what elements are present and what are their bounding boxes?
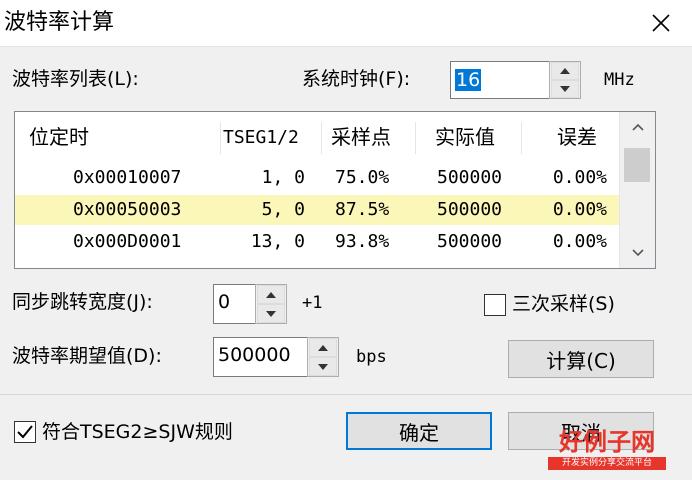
cell-actual: 500000 [437,167,503,188]
logo-title: 好例子网 [559,427,655,456]
table-row-selected[interactable]: 0x00050003 5, 0 87.5% 500000 0.00% [15,195,619,225]
list-scrollbar[interactable] [619,112,655,268]
chevron-up-icon [631,123,644,131]
cell-tseg: 1, 0 [261,167,305,188]
window-title: 波特率计算 [4,10,115,35]
sjw-suffix: +1 [302,293,323,313]
separator [0,394,692,395]
cell-timing: 0x00050003 [73,199,182,220]
arrow-down-icon [560,86,570,92]
baud-list-label: 波特率列表(L): [12,68,139,90]
scroll-up-button[interactable] [620,112,655,142]
sjw-up-button[interactable] [257,285,285,304]
arrow-down-icon [266,310,276,317]
tseg-rule-label[interactable]: 符合TSEG2≥SJW规则 [42,420,233,444]
cell-actual: 500000 [437,199,503,220]
baud-label: 波特率期望值(D): [12,345,162,367]
table-row[interactable]: 0x00010007 1, 0 75.0% 500000 0.00% [15,163,619,193]
close-icon [652,14,670,32]
col-header-tseg[interactable]: TSEG1/2 [223,125,299,151]
ok-button[interactable]: 确定 [346,412,492,450]
cell-timing: 0x00010007 [73,167,182,188]
scroll-thumb[interactable] [624,148,650,182]
sjw-input[interactable]: 0 [213,284,257,324]
header-divider [521,122,522,154]
title-bar: 波特率计算 [0,0,692,47]
triple-sample-checkbox[interactable] [484,294,506,316]
scroll-down-button[interactable] [620,238,655,268]
cell-timing: 0x000D0001 [73,231,182,252]
close-button[interactable] [630,0,692,46]
logo-tagline: 开发实例分享交流平台 [548,457,666,470]
cell-sample: 93.8% [335,231,390,252]
baud-rate-dialog: 波特率计算 波特率列表(L): 系统时钟(F): 16 MHz 位定时 TSEG… [0,0,692,480]
baud-stepper[interactable] [307,337,339,377]
cell-tseg: 5, 0 [261,199,305,220]
triple-sample-label[interactable]: 三次采样(S) [512,292,615,316]
baud-up-button[interactable] [309,338,337,357]
baud-unit: bps [356,347,387,367]
baud-rate-list[interactable]: 位定时 TSEG1/2 采样点 实际值 误差 0x00010007 1, 0 7… [14,111,656,269]
cell-actual: 500000 [437,231,503,252]
sysclock-input[interactable]: 16 [450,61,550,99]
arrow-down-icon [318,363,328,370]
cell-error: 0.00% [552,231,607,252]
sysclock-up-button[interactable] [551,62,579,80]
baud-input[interactable]: 500000 [213,337,309,377]
table-row[interactable]: 0x000D0001 13, 0 93.8% 500000 0.00% [15,227,619,257]
sysclock-unit: MHz [604,70,635,90]
col-header-actual[interactable]: 实际值 [435,124,495,150]
col-header-timing[interactable]: 位定时 [29,124,89,150]
sysclock-value: 16 [455,69,482,91]
cell-error: 0.00% [552,199,607,220]
arrow-up-icon [560,68,570,74]
sysclock-stepper[interactable] [549,61,581,99]
header-divider [415,122,416,154]
sysclock-label: 系统时钟(F): [302,68,411,90]
sysclock-down-button[interactable] [551,80,579,98]
chevron-down-icon [631,249,644,257]
arrow-up-icon [266,291,276,298]
arrow-up-icon [318,344,328,351]
site-logo: 好例子网 开发实例分享交流平台 [548,428,666,472]
cell-sample: 75.0% [335,167,390,188]
col-header-error[interactable]: 误差 [557,124,597,150]
cell-tseg: 13, 0 [250,231,305,252]
checkmark-icon [17,425,33,439]
sjw-down-button[interactable] [257,304,285,323]
sjw-stepper[interactable] [255,284,287,324]
baud-down-button[interactable] [309,357,337,376]
sjw-label: 同步跳转宽度(J): [12,291,153,313]
cell-sample: 87.5% [335,199,390,220]
header-divider [220,122,221,154]
tseg-rule-checkbox[interactable] [14,421,36,443]
calculate-button[interactable]: 计算(C) [508,340,654,378]
col-header-sample[interactable]: 采样点 [331,124,391,150]
cell-error: 0.00% [552,167,607,188]
header-divider [321,122,322,154]
